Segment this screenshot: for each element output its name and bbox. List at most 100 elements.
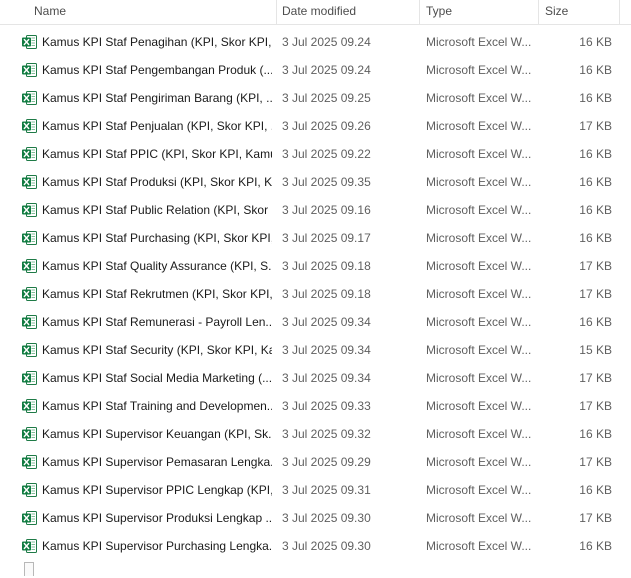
file-date-modified: 3 Jul 2025 09.34 bbox=[282, 371, 371, 385]
file-size: 16 KB bbox=[579, 539, 612, 553]
file-name: Kamus KPI Staf Quality Assurance (KPI, S… bbox=[42, 259, 272, 273]
file-name: Kamus KPI Staf Remunerasi - Payroll Len.… bbox=[42, 315, 272, 329]
file-date-modified: 3 Jul 2025 09.30 bbox=[282, 539, 371, 553]
file-name: Kamus KPI Staf Rekrutmen (KPI, Skor KPI,… bbox=[42, 287, 272, 301]
excel-file-icon bbox=[22, 539, 37, 553]
file-date-modified: 3 Jul 2025 09.25 bbox=[282, 91, 371, 105]
file-date-modified: 3 Jul 2025 09.24 bbox=[282, 63, 371, 77]
excel-file-icon bbox=[22, 175, 37, 189]
file-size: 16 KB bbox=[579, 315, 612, 329]
file-type: Microsoft Excel W... bbox=[426, 203, 532, 217]
partial-file-icon bbox=[24, 562, 34, 576]
file-type: Microsoft Excel W... bbox=[426, 287, 532, 301]
file-type: Microsoft Excel W... bbox=[426, 63, 532, 77]
excel-file-icon bbox=[22, 91, 37, 105]
file-row[interactable]: Kamus KPI Staf Public Relation (KPI, Sko… bbox=[0, 196, 631, 224]
file-type: Microsoft Excel W... bbox=[426, 539, 532, 553]
file-name: Kamus KPI Staf Purchasing (KPI, Skor KPI… bbox=[42, 231, 272, 245]
file-date-modified: 3 Jul 2025 09.33 bbox=[282, 399, 371, 413]
excel-file-icon bbox=[22, 231, 37, 245]
file-size: 17 KB bbox=[579, 399, 612, 413]
file-type: Microsoft Excel W... bbox=[426, 175, 532, 189]
file-row[interactable]: Kamus KPI Staf Quality Assurance (KPI, S… bbox=[0, 252, 631, 280]
file-type: Microsoft Excel W... bbox=[426, 315, 532, 329]
file-row[interactable]: Kamus KPI Staf Purchasing (KPI, Skor KPI… bbox=[0, 224, 631, 252]
file-date-modified: 3 Jul 2025 09.29 bbox=[282, 455, 371, 469]
file-row[interactable]: Kamus KPI Staf Pengiriman Barang (KPI, .… bbox=[0, 84, 631, 112]
file-size: 15 KB bbox=[579, 343, 612, 357]
file-name: Kamus KPI Supervisor Keuangan (KPI, Sk..… bbox=[42, 427, 272, 441]
column-header-type[interactable]: Type bbox=[420, 0, 538, 24]
file-name: Kamus KPI Supervisor PPIC Lengkap (KPI,.… bbox=[42, 483, 272, 497]
column-header-date-modified[interactable]: Date modified bbox=[277, 0, 419, 24]
excel-file-icon bbox=[22, 147, 37, 161]
column-header-type-label: Type bbox=[426, 4, 453, 18]
excel-file-icon bbox=[22, 511, 37, 525]
excel-file-icon bbox=[22, 35, 37, 49]
file-name: Kamus KPI Staf Security (KPI, Skor KPI, … bbox=[42, 343, 272, 357]
excel-file-icon bbox=[22, 399, 37, 413]
file-row[interactable]: Kamus KPI Staf Penagihan (KPI, Skor KPI,… bbox=[0, 28, 631, 56]
file-row[interactable]: Kamus KPI Staf Training and Developmen..… bbox=[0, 392, 631, 420]
file-list-view: ^ Name Date modified Type Size Kamus KPI… bbox=[0, 0, 631, 578]
file-date-modified: 3 Jul 2025 09.18 bbox=[282, 287, 371, 301]
file-row[interactable]: Kamus KPI Staf Social Media Marketing (.… bbox=[0, 364, 631, 392]
file-type: Microsoft Excel W... bbox=[426, 427, 532, 441]
file-row[interactable]: Kamus KPI Staf Remunerasi - Payroll Len.… bbox=[0, 308, 631, 336]
file-size: 16 KB bbox=[579, 483, 612, 497]
file-row[interactable]: Kamus KPI Supervisor Pemasaran Lengka...… bbox=[0, 448, 631, 476]
file-type: Microsoft Excel W... bbox=[426, 455, 532, 469]
excel-file-icon bbox=[22, 455, 37, 469]
excel-file-icon bbox=[22, 483, 37, 497]
file-row[interactable]: Kamus KPI Supervisor Keuangan (KPI, Sk..… bbox=[0, 420, 631, 448]
column-header-size-label: Size bbox=[545, 4, 569, 18]
file-size: 16 KB bbox=[579, 35, 612, 49]
file-type: Microsoft Excel W... bbox=[426, 483, 532, 497]
file-row[interactable]: Kamus KPI Staf Pengembangan Produk (... … bbox=[0, 56, 631, 84]
file-name: Kamus KPI Supervisor Pemasaran Lengka... bbox=[42, 455, 272, 469]
file-row[interactable]: Kamus KPI Staf Penjualan (KPI, Skor KPI,… bbox=[0, 112, 631, 140]
file-row[interactable]: Kamus KPI Supervisor Purchasing Lengka..… bbox=[0, 532, 631, 560]
file-date-modified: 3 Jul 2025 09.30 bbox=[282, 511, 371, 525]
file-date-modified: 3 Jul 2025 09.26 bbox=[282, 119, 371, 133]
file-row[interactable]: Kamus KPI Staf Security (KPI, Skor KPI, … bbox=[0, 336, 631, 364]
file-date-modified: 3 Jul 2025 09.18 bbox=[282, 259, 371, 273]
file-row[interactable]: Kamus KPI Staf PPIC (KPI, Skor KPI, Kamu… bbox=[0, 140, 631, 168]
excel-file-icon bbox=[22, 427, 37, 441]
file-name: Kamus KPI Staf Penjualan (KPI, Skor KPI,… bbox=[42, 119, 272, 133]
file-date-modified: 3 Jul 2025 09.22 bbox=[282, 147, 371, 161]
file-date-modified: 3 Jul 2025 09.16 bbox=[282, 203, 371, 217]
file-type: Microsoft Excel W... bbox=[426, 259, 532, 273]
file-size: 17 KB bbox=[579, 371, 612, 385]
column-header-name-label: Name bbox=[34, 4, 67, 18]
file-row[interactable]: Kamus KPI Supervisor PPIC Lengkap (KPI,.… bbox=[0, 476, 631, 504]
file-name: Kamus KPI Staf PPIC (KPI, Skor KPI, Kamu… bbox=[42, 147, 272, 161]
excel-file-icon bbox=[22, 315, 37, 329]
file-type: Microsoft Excel W... bbox=[426, 119, 532, 133]
file-size: 16 KB bbox=[579, 203, 612, 217]
file-size: 17 KB bbox=[579, 259, 612, 273]
column-divider[interactable] bbox=[619, 0, 620, 24]
file-name: Kamus KPI Staf Social Media Marketing (.… bbox=[42, 371, 272, 385]
file-type: Microsoft Excel W... bbox=[426, 399, 532, 413]
file-name: Kamus KPI Supervisor Purchasing Lengka..… bbox=[42, 539, 272, 553]
file-name: Kamus KPI Staf Public Relation (KPI, Sko… bbox=[42, 203, 272, 217]
column-header-size[interactable]: Size bbox=[539, 0, 619, 24]
file-row[interactable]: Kamus KPI Supervisor Produksi Lengkap ..… bbox=[0, 504, 631, 532]
excel-file-icon bbox=[22, 63, 37, 77]
file-size: 16 KB bbox=[579, 91, 612, 105]
file-date-modified: 3 Jul 2025 09.17 bbox=[282, 231, 371, 245]
file-type: Microsoft Excel W... bbox=[426, 91, 532, 105]
excel-file-icon bbox=[22, 119, 37, 133]
file-type: Microsoft Excel W... bbox=[426, 511, 532, 525]
file-row[interactable]: Kamus KPI Staf Rekrutmen (KPI, Skor KPI,… bbox=[0, 280, 631, 308]
file-size: 16 KB bbox=[579, 63, 612, 77]
file-date-modified: 3 Jul 2025 09.35 bbox=[282, 175, 371, 189]
file-name: Kamus KPI Staf Penagihan (KPI, Skor KPI,… bbox=[42, 35, 272, 49]
file-name: Kamus KPI Supervisor Produksi Lengkap ..… bbox=[42, 511, 272, 525]
file-type: Microsoft Excel W... bbox=[426, 231, 532, 245]
column-header-name[interactable]: Name bbox=[0, 0, 276, 24]
file-row[interactable]: Kamus KPI Staf Produksi (KPI, Skor KPI, … bbox=[0, 168, 631, 196]
excel-file-icon bbox=[22, 259, 37, 273]
file-size: 17 KB bbox=[579, 511, 612, 525]
